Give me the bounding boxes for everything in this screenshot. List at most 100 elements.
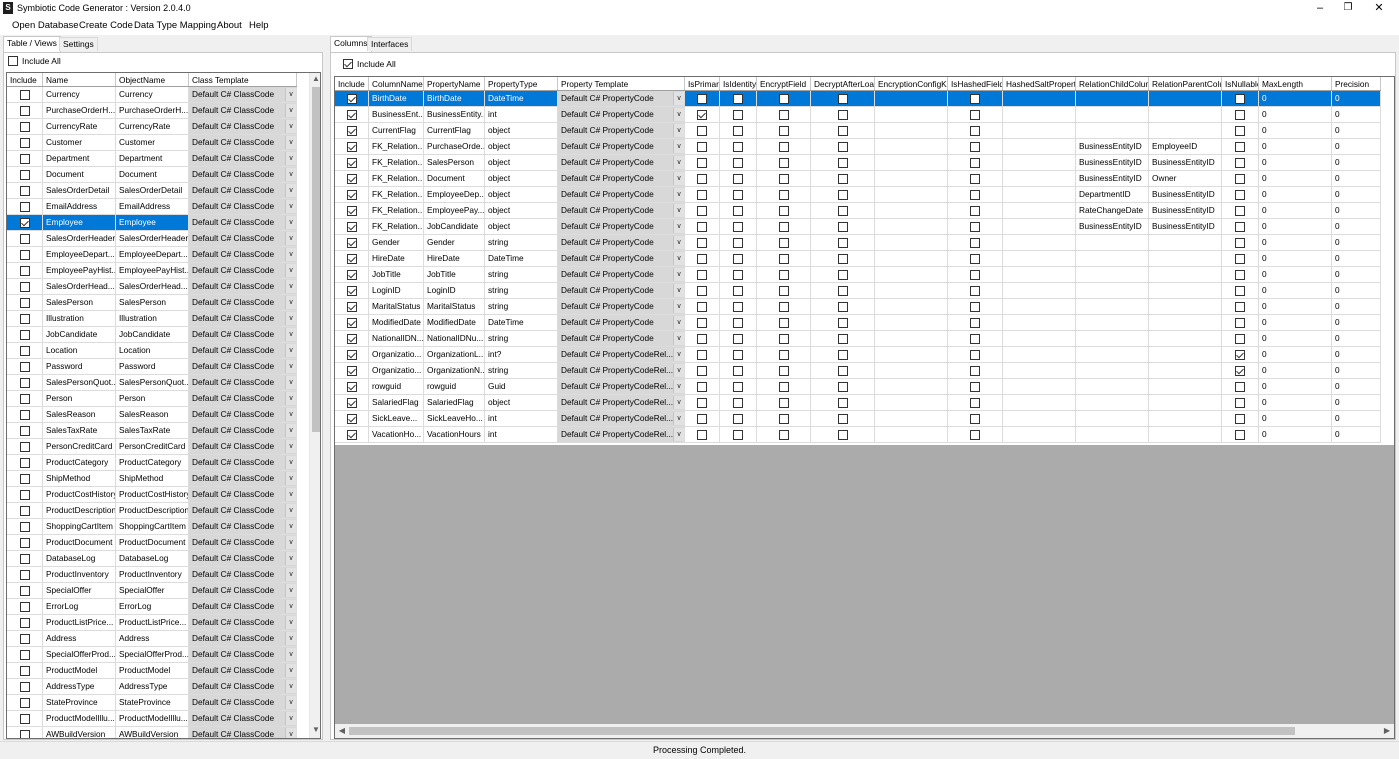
class-template-select[interactable]: Default C# ClassCode ∨ bbox=[189, 695, 297, 710]
is-nullable-checkbox[interactable] bbox=[1235, 205, 1245, 216]
table-include-checkbox[interactable] bbox=[19, 665, 30, 676]
column-include-checkbox[interactable] bbox=[346, 93, 357, 104]
dropdown-arrow-icon[interactable]: ∨ bbox=[673, 124, 684, 137]
decrypt-after-load-checkbox[interactable] bbox=[837, 429, 848, 440]
property-template-select[interactable]: Default C# PropertyCodeRel... ∨ bbox=[558, 395, 685, 410]
decrypt-after-load-checkbox[interactable] bbox=[837, 253, 848, 264]
class-template-select[interactable]: Default C# ClassCode ∨ bbox=[189, 215, 297, 230]
is-hashed-field-checkbox[interactable] bbox=[970, 381, 980, 392]
table-include-checkbox[interactable] bbox=[19, 569, 30, 580]
is-identity-checkbox[interactable] bbox=[733, 317, 743, 328]
decrypt-after-load-checkbox[interactable] bbox=[837, 189, 848, 200]
is-identity-checkbox[interactable] bbox=[733, 205, 743, 216]
encryption-config-key-cell[interactable] bbox=[875, 139, 948, 154]
table-include-checkbox[interactable] bbox=[19, 585, 30, 596]
table-include-checkbox[interactable] bbox=[19, 361, 30, 372]
column-row[interactable]: FK_Relation... SalesPerson object Default C… bbox=[335, 155, 1381, 171]
hashed-salt-property-cell[interactable] bbox=[1003, 139, 1076, 154]
is-nullable-checkbox[interactable] bbox=[1235, 141, 1245, 152]
is-identity-checkbox[interactable] bbox=[733, 253, 743, 264]
encrypt-field-checkbox[interactable] bbox=[778, 429, 789, 440]
dropdown-arrow-icon[interactable]: ∨ bbox=[285, 264, 296, 277]
table-row[interactable]: PurchaseOrderH... PurchaseOrderH... Defaul… bbox=[7, 103, 297, 119]
table-include-checkbox[interactable] bbox=[19, 265, 30, 276]
columns-include-all-checkbox[interactable] bbox=[343, 59, 353, 69]
scroll-down-icon[interactable]: ▼ bbox=[310, 725, 320, 734]
scroll-up-icon[interactable]: ▲ bbox=[310, 74, 320, 83]
class-template-select[interactable]: Default C# ClassCode ∨ bbox=[189, 711, 297, 726]
encryption-config-key-cell[interactable] bbox=[875, 331, 948, 346]
dropdown-arrow-icon[interactable]: ∨ bbox=[285, 232, 296, 245]
property-template-select[interactable]: Default C# PropertyCode ∨ bbox=[558, 299, 685, 314]
is-primary-checkbox[interactable] bbox=[697, 333, 707, 344]
dropdown-arrow-icon[interactable]: ∨ bbox=[285, 504, 296, 517]
dropdown-arrow-icon[interactable]: ∨ bbox=[673, 396, 684, 409]
hashed-salt-property-cell[interactable] bbox=[1003, 203, 1076, 218]
is-nullable-checkbox[interactable] bbox=[1235, 349, 1245, 360]
decrypt-after-load-checkbox[interactable] bbox=[837, 237, 848, 248]
is-nullable-checkbox[interactable] bbox=[1235, 237, 1245, 248]
table-include-checkbox[interactable] bbox=[19, 297, 30, 308]
dropdown-arrow-icon[interactable]: ∨ bbox=[285, 248, 296, 261]
encryption-config-key-cell[interactable] bbox=[875, 155, 948, 170]
dropdown-arrow-icon[interactable]: ∨ bbox=[673, 252, 684, 265]
is-hashed-field-checkbox[interactable] bbox=[970, 109, 980, 120]
encryption-config-key-cell[interactable] bbox=[875, 267, 948, 282]
columns-header-property-template[interactable]: Property Template bbox=[558, 77, 685, 90]
is-primary-checkbox[interactable] bbox=[697, 269, 707, 280]
class-template-select[interactable]: Default C# ClassCode ∨ bbox=[189, 535, 297, 550]
dropdown-arrow-icon[interactable]: ∨ bbox=[673, 268, 684, 281]
table-row[interactable]: Department Department Default C# ClassCode… bbox=[7, 151, 297, 167]
menu-about[interactable]: About bbox=[217, 20, 242, 31]
is-nullable-checkbox[interactable] bbox=[1235, 301, 1245, 312]
tables-vertical-scrollbar[interactable]: ▲ ▼ bbox=[309, 73, 320, 738]
dropdown-arrow-icon[interactable]: ∨ bbox=[673, 108, 684, 121]
dropdown-arrow-icon[interactable]: ∨ bbox=[285, 584, 296, 597]
decrypt-after-load-checkbox[interactable] bbox=[837, 365, 848, 376]
encrypt-field-checkbox[interactable] bbox=[778, 93, 789, 104]
is-nullable-checkbox[interactable] bbox=[1235, 429, 1245, 440]
is-hashed-field-checkbox[interactable] bbox=[970, 285, 980, 296]
is-primary-checkbox[interactable] bbox=[697, 189, 707, 200]
encrypt-field-checkbox[interactable] bbox=[778, 381, 789, 392]
scroll-left-icon[interactable]: ◀ bbox=[336, 726, 348, 735]
columns-header-relationparentcolu[interactable]: RelationParentColu bbox=[1149, 77, 1222, 90]
hashed-salt-property-cell[interactable] bbox=[1003, 251, 1076, 266]
encrypt-field-checkbox[interactable] bbox=[778, 157, 789, 168]
is-hashed-field-checkbox[interactable] bbox=[970, 349, 980, 360]
dropdown-arrow-icon[interactable]: ∨ bbox=[285, 376, 296, 389]
dropdown-arrow-icon[interactable]: ∨ bbox=[673, 204, 684, 217]
dropdown-arrow-icon[interactable]: ∨ bbox=[285, 680, 296, 693]
is-identity-checkbox[interactable] bbox=[733, 221, 743, 232]
dropdown-arrow-icon[interactable]: ∨ bbox=[285, 424, 296, 437]
is-primary-checkbox[interactable] bbox=[697, 221, 707, 232]
dropdown-arrow-icon[interactable]: ∨ bbox=[285, 344, 296, 357]
hashed-salt-property-cell[interactable] bbox=[1003, 283, 1076, 298]
encryption-config-key-cell[interactable] bbox=[875, 347, 948, 362]
property-template-select[interactable]: Default C# PropertyCode ∨ bbox=[558, 187, 685, 202]
is-hashed-field-checkbox[interactable] bbox=[970, 333, 980, 344]
is-nullable-checkbox[interactable] bbox=[1235, 413, 1245, 424]
table-row[interactable]: Person Person Default C# ClassCode ∨ bbox=[7, 391, 297, 407]
property-template-select[interactable]: Default C# PropertyCodeRel... ∨ bbox=[558, 379, 685, 394]
class-template-select[interactable]: Default C# ClassCode ∨ bbox=[189, 327, 297, 342]
is-nullable-checkbox[interactable] bbox=[1235, 333, 1245, 344]
property-template-select[interactable]: Default C# PropertyCode ∨ bbox=[558, 235, 685, 250]
decrypt-after-load-checkbox[interactable] bbox=[837, 349, 848, 360]
encryption-config-key-cell[interactable] bbox=[875, 251, 948, 266]
menu-help[interactable]: Help bbox=[249, 20, 269, 31]
is-identity-checkbox[interactable] bbox=[733, 301, 743, 312]
is-primary-checkbox[interactable] bbox=[697, 109, 707, 120]
class-template-select[interactable]: Default C# ClassCode ∨ bbox=[189, 199, 297, 214]
hashed-salt-property-cell[interactable] bbox=[1003, 187, 1076, 202]
column-row[interactable]: SalariedFlag SalariedFlag object Default C#… bbox=[335, 395, 1381, 411]
class-template-select[interactable]: Default C# ClassCode ∨ bbox=[189, 343, 297, 358]
decrypt-after-load-checkbox[interactable] bbox=[837, 317, 848, 328]
table-include-checkbox[interactable] bbox=[19, 201, 30, 212]
table-row[interactable]: AWBuildVersion AWBuildVersion Default C# C… bbox=[7, 727, 297, 738]
class-template-select[interactable]: Default C# ClassCode ∨ bbox=[189, 119, 297, 134]
encrypt-field-checkbox[interactable] bbox=[778, 413, 789, 424]
property-template-select[interactable]: Default C# PropertyCodeRel... ∨ bbox=[558, 411, 685, 426]
column-include-checkbox[interactable] bbox=[346, 333, 357, 344]
table-row[interactable]: JobCandidate JobCandidate Default C# Class… bbox=[7, 327, 297, 343]
